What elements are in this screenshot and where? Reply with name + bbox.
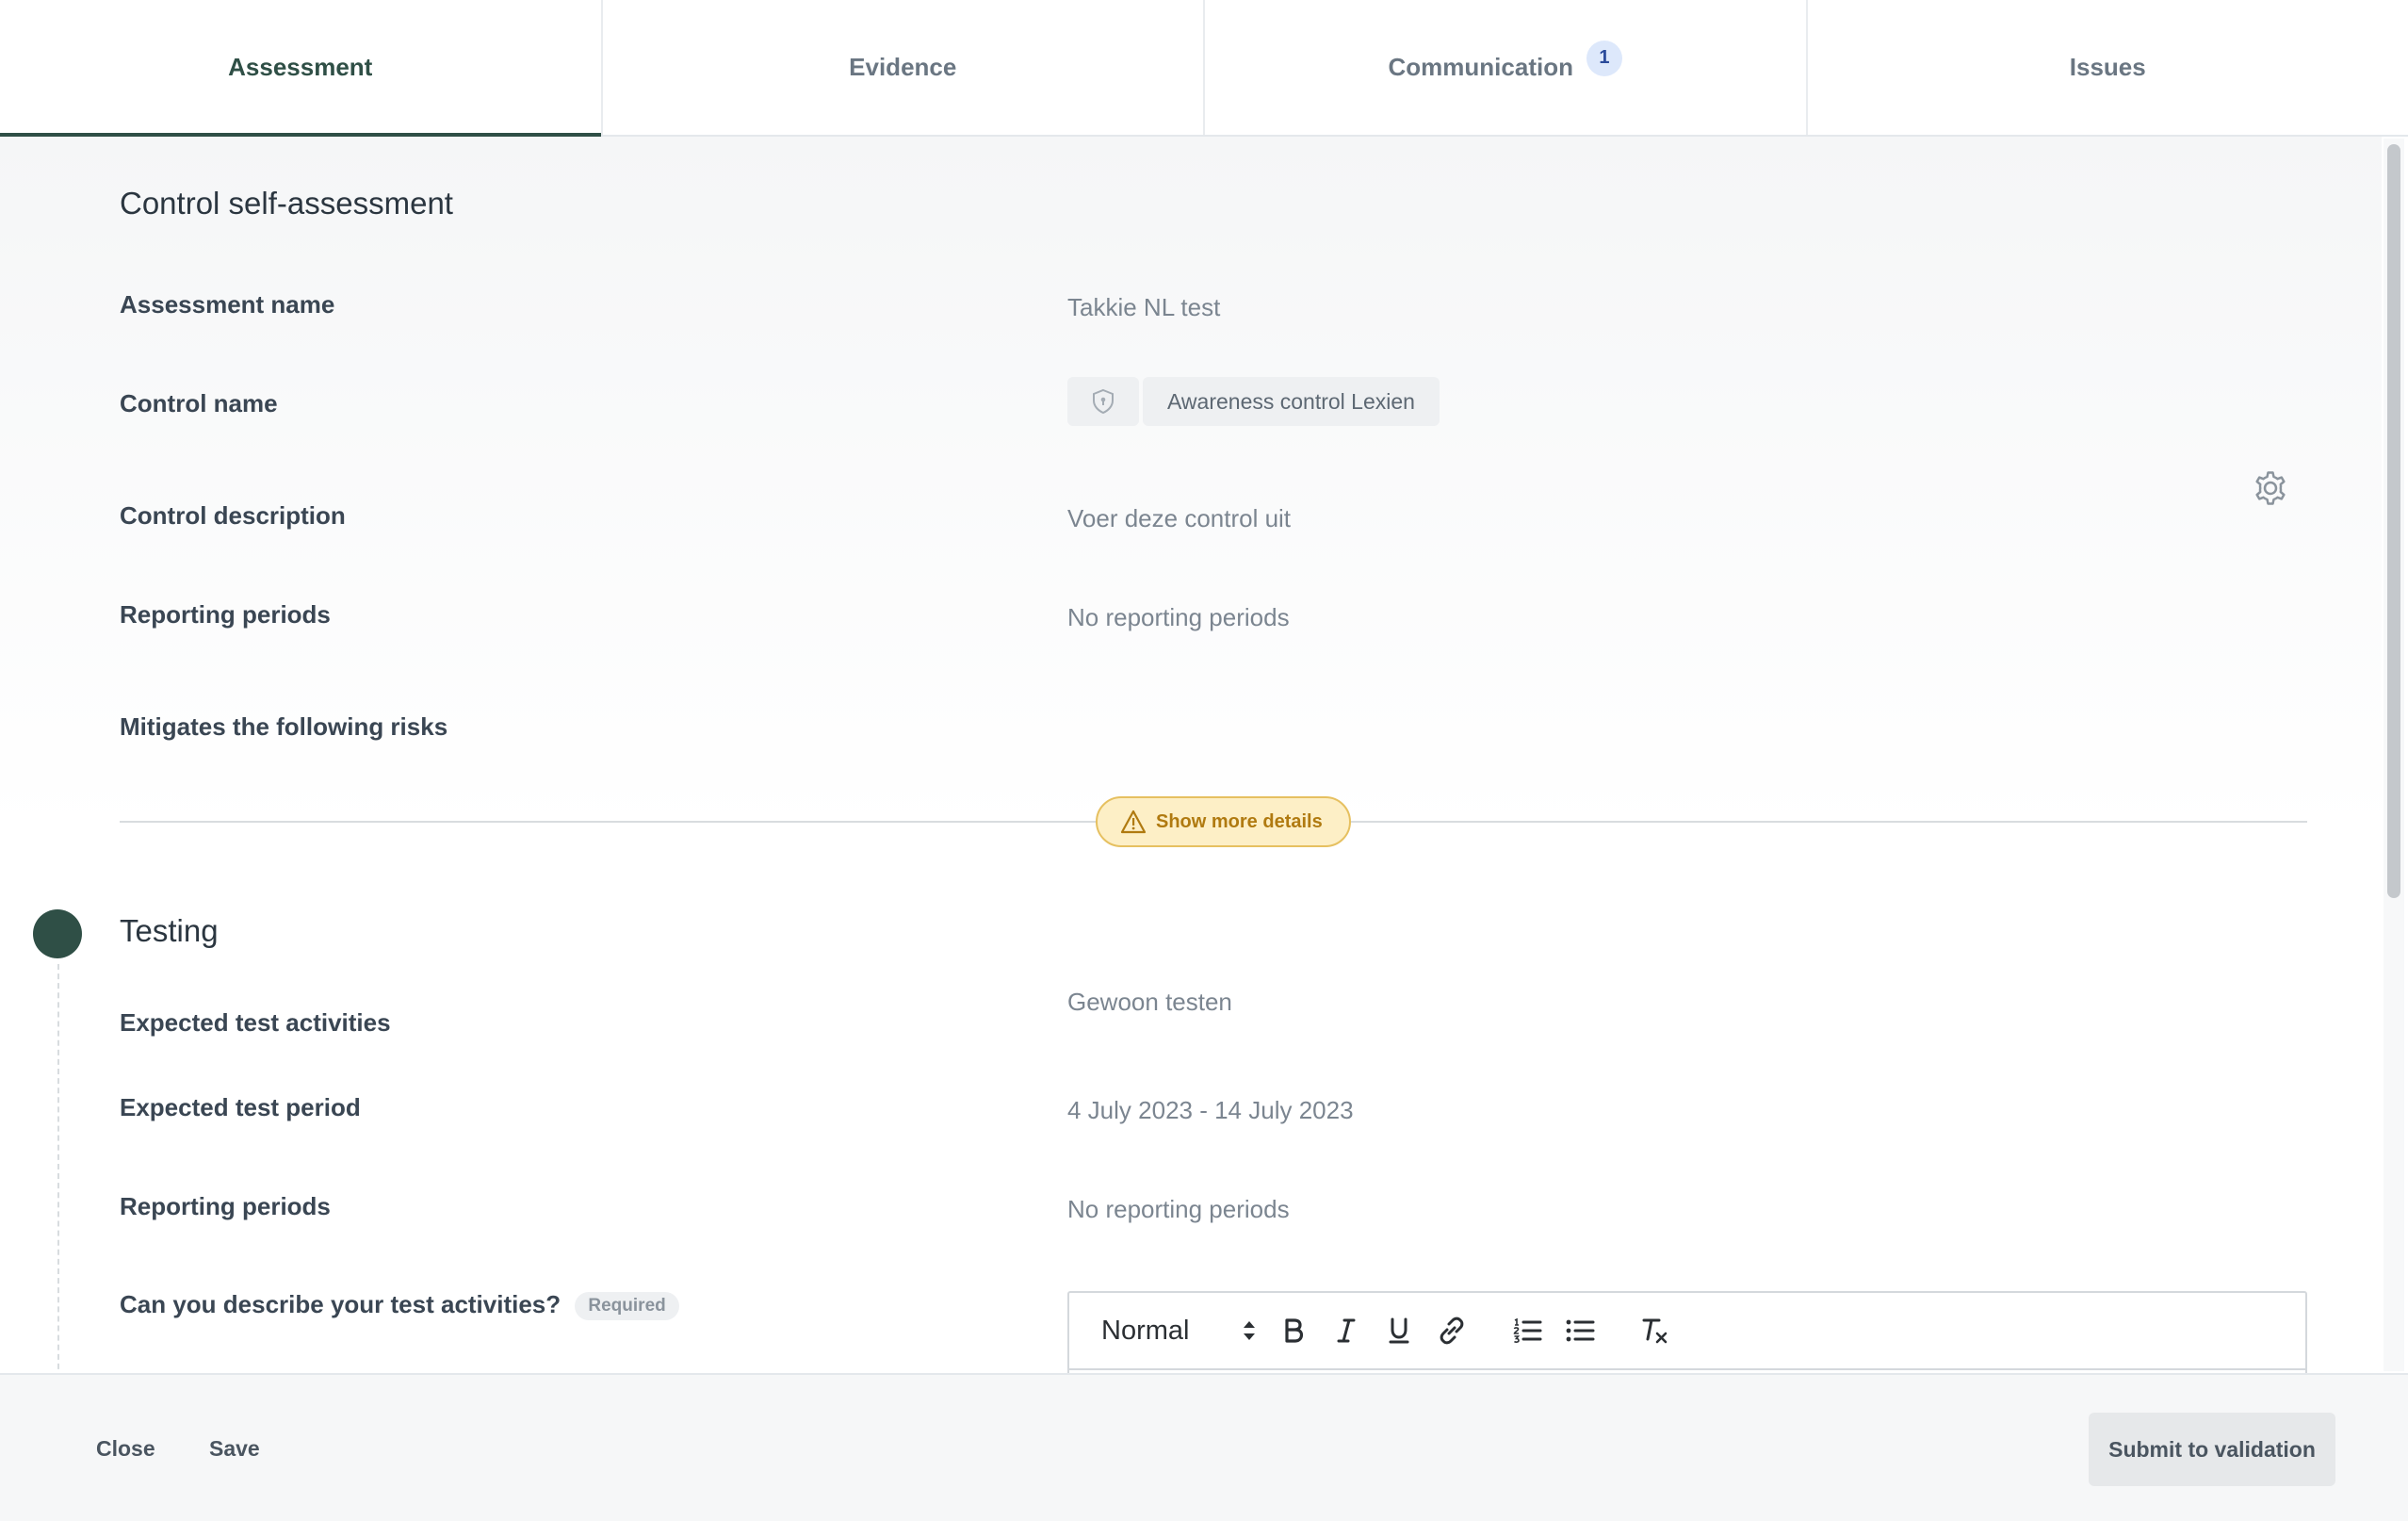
editor-toolbar: Normal (1069, 1293, 2305, 1370)
tab-issues-label: Issues (2069, 53, 2146, 81)
tab-bar: Assessment Evidence Communication 1 Issu… (0, 0, 2408, 137)
tab-evidence-label: Evidence (849, 53, 957, 81)
section-title-testing: Testing (120, 913, 219, 948)
warning-icon (1120, 810, 1147, 834)
scrollbar[interactable] (2384, 139, 2404, 1371)
control-description-label: Control description (120, 501, 346, 530)
tab-communication-label: Communication (1388, 53, 1573, 81)
reporting-periods-value: No reporting periods (1067, 603, 1290, 631)
control-name-label: Control name (120, 389, 278, 417)
notification-badge: 1 (1586, 40, 1622, 76)
mitigates-risks-label: Mitigates the following risks (120, 712, 448, 741)
bold-icon[interactable] (1267, 1304, 1320, 1357)
control-name-value: Awareness control Lexien (1143, 377, 1440, 426)
italic-icon[interactable] (1320, 1304, 1373, 1357)
clear-formatting-icon[interactable] (1629, 1304, 1682, 1357)
reporting-periods-label: Reporting periods (120, 600, 331, 629)
bullet-list-icon[interactable] (1554, 1304, 1606, 1357)
underline-icon[interactable] (1373, 1304, 1425, 1357)
submit-to-validation-button[interactable]: Submit to validation (2089, 1413, 2335, 1486)
close-button[interactable]: Close (96, 1375, 155, 1521)
shield-icon (1067, 377, 1139, 426)
show-more-details-button[interactable]: Show more details (1096, 796, 1351, 847)
rich-text-editor[interactable]: Normal (1067, 1291, 2307, 1373)
section-title-assessment: Control self-assessment (120, 186, 453, 221)
link-icon[interactable] (1425, 1304, 1478, 1357)
step-indicator (33, 909, 82, 958)
control-chip[interactable]: Awareness control Lexien (1067, 377, 1440, 426)
footer-bar: Close Save Submit to validation (0, 1373, 2408, 1521)
ordered-list-icon[interactable] (1501, 1304, 1554, 1357)
save-button[interactable]: Save (209, 1375, 260, 1521)
gear-icon[interactable] (2252, 469, 2289, 507)
show-more-details-label: Show more details (1156, 810, 1323, 832)
testing-reporting-periods-label: Reporting periods (120, 1192, 331, 1220)
assessment-name-label: Assessment name (120, 290, 335, 319)
testing-reporting-periods-value: No reporting periods (1067, 1195, 1290, 1223)
assessment-name-value: Takkie NL test (1067, 293, 1221, 321)
tab-issues[interactable]: Issues (1808, 0, 2408, 135)
expected-test-period-value: 4 July 2023 - 14 July 2023 (1067, 1096, 1354, 1124)
format-select[interactable]: Normal (1101, 1316, 1267, 1347)
tab-assessment[interactable]: Assessment (0, 0, 603, 137)
expected-test-period-label: Expected test period (120, 1093, 361, 1121)
describe-test-activities-text: Can you describe your test activities? (120, 1290, 561, 1318)
tab-assessment-label: Assessment (228, 53, 373, 81)
format-select-value: Normal (1101, 1315, 1190, 1346)
tab-evidence[interactable]: Evidence (603, 0, 1205, 135)
describe-test-activities-label: Can you describe your test activities? R… (120, 1290, 679, 1321)
expected-test-activities-value: Gewoon testen (1067, 988, 1232, 1016)
control-description-value: Voer deze control uit (1067, 504, 1292, 532)
step-connector (57, 964, 59, 1373)
expected-test-activities-label: Expected test activities (120, 1008, 391, 1037)
scrollbar-thumb[interactable] (2387, 144, 2400, 898)
main-content: Control self-assessment Assessment name … (0, 137, 2382, 1373)
select-arrows-icon (1243, 1319, 1256, 1342)
required-badge: Required (575, 1292, 679, 1321)
tab-communication[interactable]: Communication 1 (1205, 0, 1808, 135)
